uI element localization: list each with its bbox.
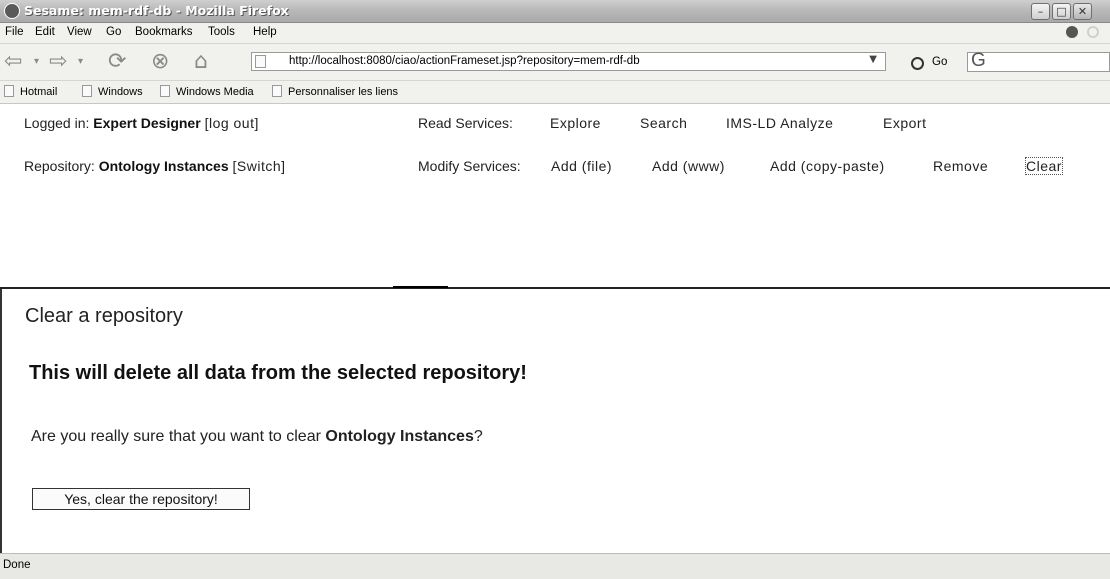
menu-bar: File Edit View Go Bookmarks Tools Help (0, 23, 1110, 44)
modify-services-label: Modify Services: (418, 158, 521, 174)
repository-name: Ontology Instances (98, 158, 229, 174)
bookmark-label: Personnaliser les liens (288, 86, 399, 98)
url-dropdown-icon[interactable]: ▼ (869, 54, 877, 65)
explore-link[interactable]: Explore (550, 115, 601, 131)
confirmation-question: Are you really sure that you want to cle… (31, 428, 483, 446)
url-field[interactable]: http://localhost:8080/ciao/actionFramese… (251, 52, 886, 71)
bookmark-page-icon (272, 85, 282, 97)
home-icon[interactable]: ⌂ (194, 50, 208, 74)
bookmark-hotmail[interactable]: Hotmail (4, 85, 57, 98)
firefox-icon (4, 3, 20, 19)
bookmark-page-icon (82, 85, 92, 97)
question-text: Are you really sure that you want to cle… (31, 428, 321, 445)
bookmark-page-icon (4, 85, 14, 97)
search-input[interactable]: G (967, 50, 1110, 72)
forward-arrow-icon[interactable]: ⇨ (49, 50, 67, 74)
menu-view[interactable]: View (67, 26, 92, 38)
forward-dropdown-icon[interactable]: ▾ (78, 50, 83, 74)
menu-help[interactable]: Help (253, 26, 277, 38)
status-bar: Done (0, 553, 1110, 579)
back-dropdown-icon[interactable]: ▾ (34, 50, 39, 74)
warning-heading: This will delete all data from the selec… (29, 362, 527, 384)
remove-link[interactable]: Remove (933, 158, 988, 174)
menu-tools[interactable]: Tools (208, 26, 235, 38)
reload-icon[interactable]: ⟳ (108, 50, 126, 74)
question-mark: ? (473, 428, 483, 445)
url-text: http://localhost:8080/ciao/actionFramese… (289, 55, 640, 67)
clear-link[interactable]: Clear (1025, 157, 1063, 175)
confirm-clear-button[interactable]: Yes, clear the repository! (32, 488, 250, 510)
bookmark-windows-media[interactable]: Windows Media (160, 85, 254, 98)
switch-repository-link[interactable]: [Switch] (233, 158, 286, 174)
bookmark-label: Hotmail (20, 86, 58, 98)
bookmark-windows[interactable]: Windows (82, 85, 143, 98)
logged-in-label: Logged in: (24, 115, 90, 131)
read-services-label: Read Services: (418, 115, 513, 131)
bookmark-page-icon (160, 85, 170, 97)
user-name: Expert Designer (93, 115, 201, 131)
maximize-button[interactable]: □ (1052, 3, 1071, 20)
status-text: Done (3, 559, 31, 571)
bookmarks-toolbar: Hotmail Windows Windows Media Personnali… (0, 81, 1110, 104)
google-search-icon: G (971, 50, 986, 71)
window-title-bar: Sesame: mem-rdf-db - Mozilla Firefox – □… (0, 0, 1110, 23)
close-button[interactable]: ✕ (1073, 3, 1092, 20)
bookmark-label: Windows (98, 86, 143, 98)
activity-indicator-icon (1066, 26, 1078, 38)
ims-ld-analyze-link[interactable]: IMS-LD Analyze (726, 115, 833, 131)
menu-go[interactable]: Go (106, 26, 121, 38)
menu-file[interactable]: File (5, 26, 24, 38)
bookmark-label: Windows Media (176, 86, 254, 98)
frame-divider-highlight (393, 286, 448, 288)
stop-icon[interactable]: ⊗ (151, 50, 169, 74)
bookmark-personnaliser[interactable]: Personnaliser les liens (272, 85, 398, 98)
minimize-button[interactable]: – (1031, 3, 1050, 20)
back-arrow-icon[interactable]: ⇦ (4, 50, 22, 74)
throbber-icon (1087, 26, 1099, 38)
main-frame: Clear a repository This will delete all … (0, 289, 1110, 553)
logout-link[interactable]: [log out] (205, 115, 259, 131)
logged-in-row: Logged in: Expert Designer [log out] (24, 115, 259, 131)
repository-row: Repository: Ontology Instances [Switch] (24, 158, 286, 174)
menu-bookmarks[interactable]: Bookmarks (135, 26, 193, 38)
repository-label: Repository: (24, 158, 95, 174)
search-link[interactable]: Search (640, 115, 687, 131)
export-link[interactable]: Export (883, 115, 926, 131)
window-title: Sesame: mem-rdf-db - Mozilla Firefox (24, 3, 289, 18)
header-frame: Logged in: Expert Designer [log out] Rep… (0, 104, 1110, 287)
add-www-link[interactable]: Add (www) (652, 158, 725, 174)
page-icon (255, 55, 266, 68)
add-copy-paste-link[interactable]: Add (copy-paste) (770, 158, 885, 174)
go-button-label[interactable]: Go (932, 56, 947, 68)
menu-edit[interactable]: Edit (35, 26, 55, 38)
page-title: Clear a repository (25, 305, 183, 327)
question-repository-name: Ontology Instances (325, 428, 474, 445)
navigation-toolbar: ⇦ ▾ ⇨ ▾ ⟳ ⊗ ⌂ http://localhost:8080/ciao… (0, 44, 1110, 81)
go-icon[interactable] (911, 57, 924, 70)
add-file-link[interactable]: Add (file) (551, 158, 612, 174)
